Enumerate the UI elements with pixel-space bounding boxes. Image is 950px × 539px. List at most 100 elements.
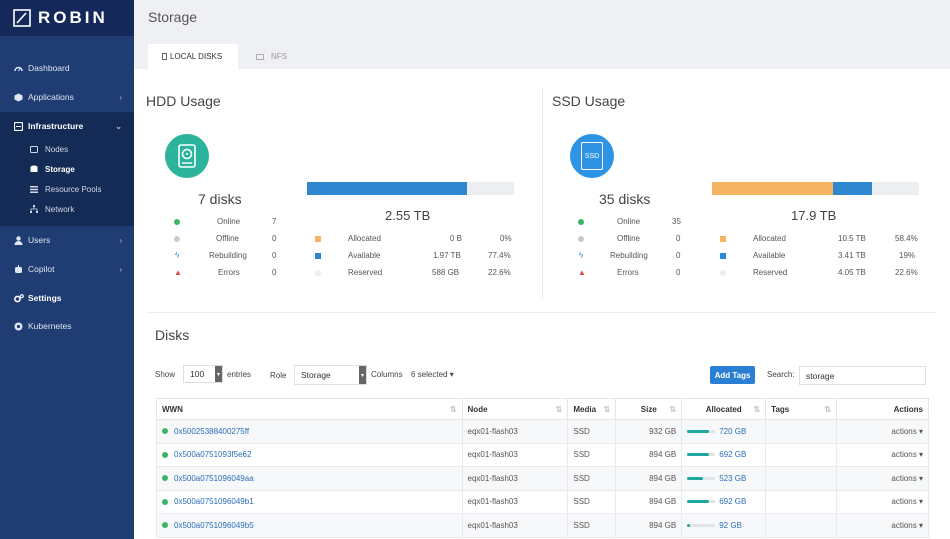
add-tags-button[interactable]: Add Tags	[710, 366, 755, 384]
usage-size: 588 GB	[432, 268, 460, 277]
sidebar-item-infrastructure[interactable]: Infrastructure ⌄	[0, 115, 134, 137]
wwn-link[interactable]: 0x500a0751093f5e62	[174, 450, 251, 459]
column-header-media[interactable]: Media ⇅	[567, 398, 617, 420]
allocation-bar-fill	[687, 523, 691, 527]
tab-local-disks[interactable]: LOCAL DISKS	[148, 44, 238, 69]
sort-icon: ⇅	[669, 404, 677, 414]
caret-down-icon: ▾	[449, 370, 454, 379]
sort-icon: ⇅	[449, 404, 457, 414]
cell-wwn[interactable]: 0x50025388400275ff	[156, 419, 463, 444]
online-dot-icon	[162, 451, 168, 458]
entries-label: entries	[227, 370, 252, 379]
rebuilding-bolt-icon: ϟ	[175, 251, 180, 260]
cell-actions[interactable]: actions ▾	[836, 419, 929, 444]
columns-select[interactable]: 6 selected ▾	[411, 370, 454, 379]
tab-nfs[interactable]: NFS	[242, 44, 308, 69]
chevron-right-icon: ›	[119, 264, 122, 274]
usage-pct: 58.4%	[895, 234, 918, 243]
table-row[interactable]: 0x50025388400275ff eqx01-flash03 SSD 932 GB…	[156, 419, 929, 444]
cell-media: SSD	[567, 442, 617, 467]
table-row[interactable]: 0x500a0751096049b5 eqx01-flash03 SSD 894 GB…	[156, 513, 929, 538]
wwn-link[interactable]: 0x500a0751096049aa	[174, 474, 254, 483]
header-label: Node	[467, 404, 488, 414]
cell-wwn[interactable]: 0x500a0751096049b1	[156, 489, 463, 514]
actions-dropdown[interactable]: actions	[891, 427, 916, 436]
storage-panel: HDD Usage 7 disks Online 7 Offline 0 ϟ R…	[134, 69, 950, 539]
column-header-actions: Actions	[836, 398, 929, 420]
page-size-select[interactable]: 100 ▾	[183, 365, 223, 383]
sidebar-item-settings[interactable]: Settings	[0, 287, 134, 309]
status-value: 35	[672, 217, 681, 226]
wwn-link[interactable]: 0x500a0751096049b5	[174, 521, 254, 530]
sidebar-subitem-nodes[interactable]: Nodes	[30, 141, 68, 157]
allocated-link[interactable]: 692 GB	[719, 450, 746, 459]
status-value: 0	[272, 234, 277, 243]
column-header-node[interactable]: Node ⇅	[461, 398, 569, 420]
sidebar-subitem-storage[interactable]: Storage	[30, 161, 75, 177]
cell-allocated: 92 GB	[681, 513, 767, 538]
sidebar-item-label: Users	[28, 235, 51, 245]
network-icon	[30, 205, 40, 213]
cell-wwn[interactable]: 0x500a0751093f5e62	[156, 442, 463, 467]
sidebar-item-dashboard[interactable]: Dashboard	[0, 57, 134, 79]
usage-pct: 0%	[500, 234, 512, 243]
cell-actions[interactable]: actions ▾	[836, 466, 929, 491]
cell-actions[interactable]: actions ▾	[836, 513, 929, 538]
table-row[interactable]: 0x500a0751093f5e62 eqx01-flash03 SSD 894 GB…	[156, 442, 929, 467]
actions-dropdown[interactable]: actions	[891, 521, 916, 530]
header-label: Media	[573, 404, 597, 414]
wwn-link[interactable]: 0x500a0751096049b1	[174, 497, 254, 506]
status-label: Offline	[617, 234, 640, 243]
status-value: 0	[676, 268, 681, 277]
table-row[interactable]: 0x500a0751096049aa eqx01-flash03 SSD 894 GB…	[156, 466, 929, 491]
select-arrow-icon: ▾	[359, 366, 366, 384]
allocated-link[interactable]: 92 GB	[719, 521, 742, 530]
sidebar-item-kubernetes[interactable]: Kubernetes	[0, 315, 134, 337]
hdd-total: 2.55 TB	[385, 208, 431, 223]
logo[interactable]: ROBIN	[0, 0, 134, 36]
disks-title: Disks	[155, 327, 190, 343]
column-header-wwn[interactable]: WWN ⇅	[156, 398, 463, 420]
sidebar-item-applications[interactable]: Applications ›	[0, 86, 134, 108]
table-header-row: WWN ⇅ Node ⇅ Media ⇅ Size ⇅ Allocated ⇅ Tags ⇅…	[156, 398, 929, 420]
usage-label: Reserved	[753, 268, 788, 277]
allocated-link[interactable]: 692 GB	[719, 497, 746, 506]
actions-dropdown[interactable]: actions	[891, 474, 916, 483]
wwn-link[interactable]: 0x50025388400275ff	[174, 427, 249, 436]
sidebar-item-users[interactable]: Users ›	[0, 229, 134, 251]
robin-logo-icon	[13, 9, 31, 27]
sidebar-subitem-label: Resource Pools	[45, 184, 102, 194]
actions-dropdown[interactable]: actions	[891, 497, 916, 506]
cell-size: 894 GB	[615, 513, 683, 538]
column-header-tags[interactable]: Tags ⇅	[765, 398, 838, 420]
sidebar-item-copilot[interactable]: Copilot ›	[0, 258, 134, 280]
search-input[interactable]: storage	[799, 366, 926, 385]
cell-allocated: 523 GB	[681, 466, 767, 491]
sidebar-subitem-label: Storage	[45, 164, 75, 174]
allocated-link[interactable]: 523 GB	[719, 474, 746, 483]
columns-label: Columns	[371, 370, 403, 379]
main-content: Storage LOCAL DISKS NFS HDD Usage 7 disk…	[134, 0, 950, 539]
cell-wwn[interactable]: 0x500a0751096049b5	[156, 513, 463, 538]
allocated-link[interactable]: 720 GB	[719, 427, 746, 436]
available-segment	[832, 182, 873, 195]
sort-icon: ⇅	[603, 404, 611, 414]
search-value: storage	[806, 370, 835, 381]
role-select[interactable]: Storage ▾	[294, 365, 367, 385]
cell-tags	[765, 442, 838, 467]
reserved-legend-icon	[720, 270, 726, 276]
cell-wwn[interactable]: 0x500a0751096049aa	[156, 466, 463, 491]
sidebar-subitem-resource-pools[interactable]: Resource Pools	[30, 181, 101, 197]
cell-actions[interactable]: actions ▾	[836, 489, 929, 514]
status-label: Online	[617, 217, 641, 226]
actions-dropdown[interactable]: actions	[891, 450, 916, 459]
sidebar-subitem-network[interactable]: Network	[30, 201, 74, 217]
search-label: Search:	[767, 370, 795, 379]
table-row[interactable]: 0x500a0751096049b1 eqx01-flash03 SSD 894 GB…	[156, 489, 929, 514]
sort-icon: ⇅	[555, 404, 563, 414]
database-icon	[30, 165, 40, 173]
sidebar-subitem-label: Network	[45, 204, 75, 214]
cell-actions[interactable]: actions ▾	[836, 442, 929, 467]
column-header-allocated[interactable]: Allocated ⇅	[681, 398, 767, 420]
column-header-size[interactable]: Size ⇅	[615, 398, 683, 420]
